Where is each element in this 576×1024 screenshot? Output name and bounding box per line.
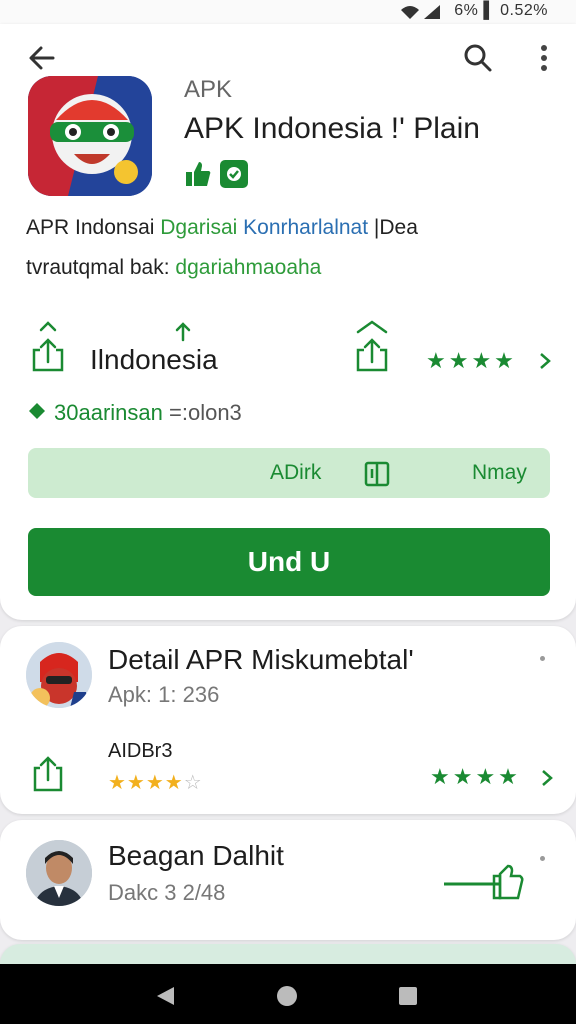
more-button[interactable] (528, 38, 560, 78)
book-icon[interactable] (362, 458, 392, 488)
avatar (26, 642, 92, 708)
verified-badge (220, 160, 248, 188)
description-line-1: APR Indonsai Dgarisai Konrharlalnat |Dea (26, 216, 418, 240)
desc-link-green-2[interactable]: dgariahmaoaha (175, 256, 321, 279)
desc-text-e: tvrautqmal bak: (26, 256, 170, 279)
item-stars-right: ★★★★ (430, 764, 521, 789)
check-icon (227, 167, 241, 181)
detail-card[interactable]: Detail APR Miskumebtal' Apk: 1: 236 AIDB… (0, 626, 576, 814)
downloads-dot (28, 402, 46, 420)
nav-back-icon[interactable] (154, 985, 176, 1007)
person-name: Beagan Dalhit (108, 840, 284, 871)
secondary-action-bar[interactable]: ADirk Nmay (28, 448, 550, 498)
share-icon (33, 756, 63, 792)
rating-stars: ★★★★ (426, 348, 517, 373)
back-button[interactable] (22, 38, 62, 78)
status-bar: 6% ▌ 0.52% (0, 0, 576, 24)
desc-link-blue[interactable]: Konrharlalnat (243, 216, 368, 239)
chevron-right-icon (540, 353, 551, 369)
like-slider[interactable] (442, 862, 526, 902)
thumbs-up-icon (186, 162, 211, 186)
item-label: AIDBr3 (108, 740, 173, 762)
mascot-avatar-icon (26, 642, 92, 708)
share-icon (356, 320, 388, 372)
person-avatar-icon (26, 840, 92, 906)
nav-home-icon[interactable] (276, 985, 298, 1007)
arrow-up-indicator (172, 320, 194, 342)
person-card[interactable]: Beagan Dalhit Dakc 3 2/48 (0, 820, 576, 940)
share-button-right[interactable] (352, 318, 392, 378)
search-button[interactable] (458, 38, 498, 78)
secondary-left-label[interactable]: ADirk (270, 461, 321, 485)
app-header-card: APK APK Indonesia !' Plain APR Indonsai … (0, 24, 576, 620)
chevron-right-icon (542, 770, 553, 786)
item-share-button[interactable] (30, 752, 66, 796)
item-subtitle: Apk: 1: 236 (108, 682, 220, 707)
app-subtitle: APK (184, 76, 233, 103)
desc-text-a: APR Indonsai (26, 216, 155, 239)
person-subtitle: Dakc 3 2/48 (108, 880, 226, 905)
avatar (26, 840, 92, 906)
rating-chevron[interactable] (538, 350, 554, 372)
item-title: Detail APR Miskumebtal' (108, 644, 414, 675)
nav-recents-icon[interactable] (398, 986, 418, 1006)
arrow-left-icon (29, 46, 55, 70)
diamond-icon (29, 403, 45, 419)
share-button-left[interactable] (28, 318, 68, 378)
rating-stars-empty: ☆ (183, 772, 203, 794)
item-menu-dot[interactable] (540, 656, 545, 661)
person-menu-dot[interactable] (540, 856, 545, 861)
region-label: Ilndonesia (90, 344, 218, 375)
thumbs-up-badge (184, 160, 212, 188)
downloads-meta: =:olon3 (169, 400, 242, 425)
share-icon (32, 321, 64, 372)
signal-icon (401, 5, 440, 19)
secondary-right-label[interactable]: Nmay (472, 461, 527, 485)
rating-stars-filled: ★★★★ (108, 772, 184, 794)
desc-link-green[interactable]: Dgarisai (160, 216, 237, 239)
search-icon (464, 44, 492, 72)
item-rating: ★★★★☆ (108, 770, 203, 795)
navigation-bar (0, 964, 576, 1024)
app-icon (28, 76, 152, 196)
item-chevron[interactable] (540, 767, 556, 789)
mascot-logo-icon (28, 76, 152, 196)
downloads-info: 30aarinsan =:olon3 (54, 400, 242, 426)
description-line-2: tvrautqmal bak: dgariahmaoaha (26, 256, 321, 280)
more-vertical-icon (541, 45, 547, 71)
install-button[interactable]: Und U (28, 528, 550, 596)
downloads-count: 30aarinsan (54, 400, 163, 425)
status-text: 6% ▌ 0.52% (454, 2, 548, 19)
arrow-up-icon (175, 322, 191, 342)
desc-text-d: |Dea (373, 216, 418, 239)
app-title: APK Indonesia !' Plain (184, 112, 480, 145)
thumbs-up-outline-icon (444, 864, 524, 900)
